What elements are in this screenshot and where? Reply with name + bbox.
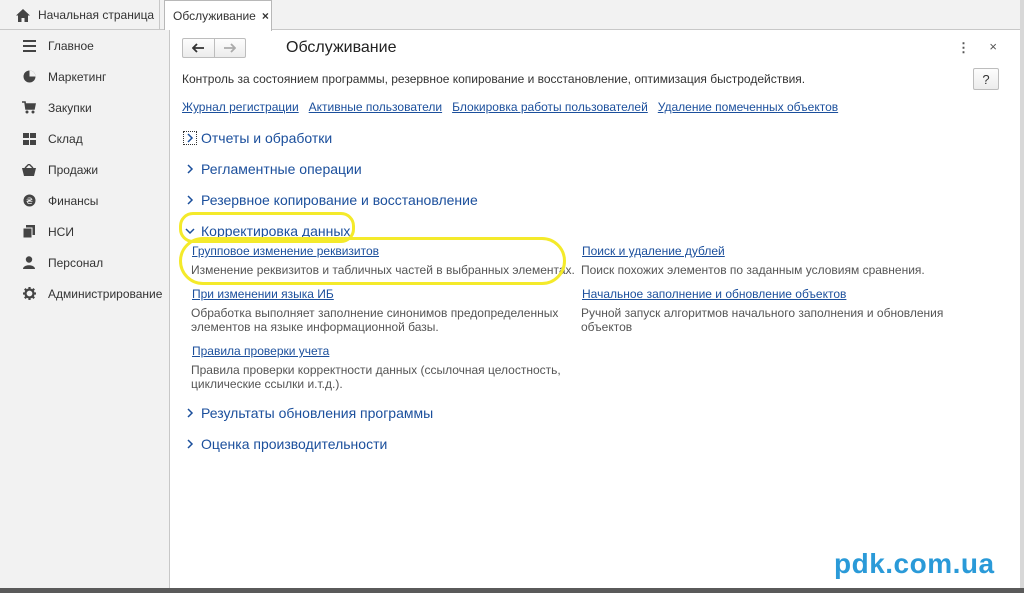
item-description: Изменение реквизитов и табличных частей … (191, 263, 575, 277)
coin-icon: ₴ (22, 194, 36, 208)
form-description: Контроль за состоянием программы, резерв… (182, 72, 806, 86)
quick-links: Журнал регистрации Активные пользователи… (182, 100, 838, 114)
chevron-right-icon (183, 437, 197, 451)
link-delete-marked[interactable]: Удаление помеченных объектов (658, 100, 838, 114)
window-frame-right (1020, 0, 1024, 593)
close-form-icon[interactable]: × (989, 39, 997, 54)
sidebar-item-marketing[interactable]: Маркетинг (0, 61, 170, 92)
tab-home[interactable]: Начальная страница (0, 0, 160, 30)
link-language-change[interactable]: При изменении языка ИБ (192, 287, 334, 301)
link-accounting-check-rules[interactable]: Правила проверки учета (192, 344, 329, 358)
chevron-right-icon (183, 131, 197, 145)
item-description: Поиск похожих элементов по заданным усло… (581, 263, 925, 277)
sidebar-item-label: Персонал (48, 255, 104, 270)
item-description-line: элементов на языке информационной базы. (191, 320, 439, 334)
home-icon (16, 8, 30, 22)
sidebar-item-label: Продажи (48, 162, 99, 177)
gear-icon (22, 287, 36, 301)
watermark: pdk.com.ua (834, 548, 995, 579)
cart-icon (22, 101, 36, 115)
sidebar-item-label: Администрирование (48, 286, 163, 301)
sidebar-item-purchases[interactable]: Закупки (0, 92, 170, 123)
documents-icon (22, 225, 36, 239)
sidebar-item-label: Финансы (48, 193, 99, 208)
group-label: Регламентные операции (201, 161, 362, 177)
tab-maintenance-label: Обслуживание (173, 9, 256, 23)
navigation-buttons (182, 38, 246, 58)
group-label: Отчеты и обработки (201, 130, 333, 146)
item-description-line: циклические ссылки и.т.д.). (191, 377, 343, 391)
group-correction[interactable]: Корректировка данных (183, 221, 350, 241)
item-description-line: объектов (581, 320, 633, 334)
svg-text:₴: ₴ (26, 197, 33, 207)
link-event-log[interactable]: Журнал регистрации (182, 100, 299, 114)
sidebar-item-reference[interactable]: НСИ (0, 216, 170, 247)
sidebar-item-main[interactable]: Главное (0, 30, 170, 61)
sidebar-item-label: Закупки (48, 100, 92, 115)
tab-maintenance[interactable]: Обслуживание × (164, 0, 272, 31)
person-icon (22, 256, 36, 270)
help-button[interactable]: ? (973, 68, 999, 90)
item-description-line: Обработка выполняет заполнение синонимов… (191, 306, 559, 320)
warehouse-grid-icon (22, 132, 36, 146)
tab-home-label: Начальная страница (38, 8, 155, 22)
sidebar-item-label: Главное (48, 38, 94, 53)
item-description: Правила проверки корректности данных (сс… (191, 363, 561, 391)
chevron-right-icon (183, 406, 197, 420)
tab-bar: Начальная страница Обслуживание × (0, 0, 1024, 31)
chevron-right-icon (183, 193, 197, 207)
group-label: Корректировка данных (201, 223, 351, 239)
link-initial-fill[interactable]: Начальное заполнение и обновление объект… (582, 287, 846, 301)
sidebar: Главное Маркетинг Закупки Склад Продажи … (0, 30, 170, 593)
link-user-lock[interactable]: Блокировка работы пользователей (452, 100, 648, 114)
group-backup[interactable]: Резервное копирование и восстановление (183, 190, 478, 210)
group-label: Результаты обновления программы (201, 405, 434, 421)
forward-button[interactable] (213, 39, 246, 57)
page-title: Обслуживание (286, 39, 397, 56)
link-find-duplicates[interactable]: Поиск и удаление дублей (582, 244, 725, 258)
item-description-line: Ручной запуск алгоритмов начального запо… (581, 306, 944, 320)
sidebar-item-personnel[interactable]: Персонал (0, 247, 170, 278)
basket-icon (22, 163, 36, 177)
arrow-left-icon (191, 43, 204, 53)
item-description: Обработка выполняет заполнение синонимов… (191, 306, 558, 334)
menu-lines-icon (22, 39, 36, 53)
link-active-users[interactable]: Активные пользователи (309, 100, 442, 114)
sidebar-item-administration[interactable]: Администрирование (0, 278, 170, 309)
group-label: Резервное копирование и восстановление (201, 192, 478, 208)
sidebar-item-warehouse[interactable]: Склад (0, 123, 170, 154)
main-content: Обслуживание ⋮ × ? Контроль за состояние… (171, 30, 1024, 593)
group-reports[interactable]: Отчеты и обработки (183, 128, 332, 148)
link-group-attribute-change[interactable]: Групповое изменение реквизитов (192, 244, 379, 258)
chevron-down-icon (183, 224, 197, 238)
pie-chart-icon (22, 70, 36, 84)
group-label: Оценка производительности (201, 436, 388, 452)
sidebar-item-label: Склад (48, 131, 83, 146)
sidebar-item-sales[interactable]: Продажи (0, 154, 170, 185)
more-actions-icon[interactable]: ⋮ (957, 40, 970, 56)
item-description-line: Правила проверки корректности данных (сс… (191, 363, 561, 377)
arrow-right-icon (224, 43, 237, 53)
sidebar-item-finance[interactable]: ₴ Финансы (0, 185, 170, 216)
window-frame-bottom (0, 588, 1024, 593)
tab-close-icon[interactable]: × (262, 9, 269, 23)
chevron-right-icon (183, 162, 197, 176)
sidebar-item-label: НСИ (48, 224, 74, 239)
item-description: Ручной запуск алгоритмов начального запо… (581, 306, 943, 334)
back-button[interactable] (183, 39, 214, 57)
sidebar-item-label: Маркетинг (48, 69, 107, 84)
group-routine[interactable]: Регламентные операции (183, 159, 362, 179)
group-performance[interactable]: Оценка производительности (183, 434, 387, 454)
group-update-results[interactable]: Результаты обновления программы (183, 403, 433, 423)
